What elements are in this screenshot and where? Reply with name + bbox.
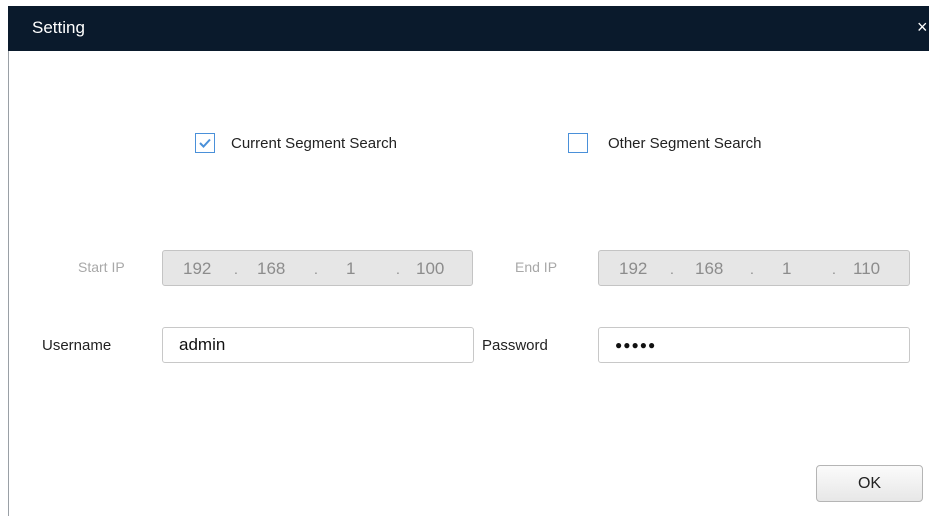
checkbox-unchecked-icon[interactable]	[568, 133, 588, 153]
username-label: Username	[42, 337, 112, 354]
current-segment-search-label: Current Segment Search	[231, 134, 397, 152]
end-ip-label: End IP	[515, 259, 558, 275]
ip-separator: .	[750, 261, 754, 277]
password-label: Password	[482, 337, 548, 354]
current-segment-search-checkbox[interactable]: Current Segment Search	[195, 133, 397, 153]
dialog-border	[8, 51, 9, 516]
password-input[interactable]: ●●●●●	[598, 327, 910, 363]
end-ip-field: 192 . 168 . 1 . 110	[598, 250, 910, 286]
ok-button[interactable]: OK	[816, 465, 923, 502]
end-ip-octet-1: 192	[619, 259, 648, 278]
other-segment-search-checkbox[interactable]: Other Segment Search	[568, 133, 761, 153]
window-title: Setting	[32, 18, 85, 37]
end-ip-octet-4: 110	[853, 259, 881, 278]
ip-separator: .	[670, 261, 674, 277]
ip-separator: .	[832, 261, 836, 277]
end-ip-octet-2: 168	[695, 259, 724, 278]
setting-dialog: Setting × Current Segment Search Other S…	[0, 0, 929, 516]
other-segment-search-label: Other Segment Search	[608, 134, 762, 152]
ip-separator: .	[314, 261, 318, 277]
start-ip-label: Start IP	[78, 259, 125, 275]
end-ip-octet-3: 1	[782, 259, 792, 278]
title-bar[interactable]: Setting ×	[8, 6, 929, 51]
start-ip-octet-2: 168	[257, 259, 286, 278]
start-ip-octet-1: 192	[183, 259, 212, 278]
start-ip-octet-3: 1	[346, 259, 356, 278]
close-icon[interactable]: ×	[917, 16, 929, 38]
username-input[interactable]: admin	[162, 327, 474, 363]
start-ip-octet-4: 100	[416, 259, 445, 278]
checkbox-checked-icon[interactable]	[195, 133, 215, 153]
start-ip-field: 192 . 168 . 1 . 100	[162, 250, 473, 286]
ip-separator: .	[396, 261, 400, 277]
ip-separator: .	[234, 261, 238, 277]
